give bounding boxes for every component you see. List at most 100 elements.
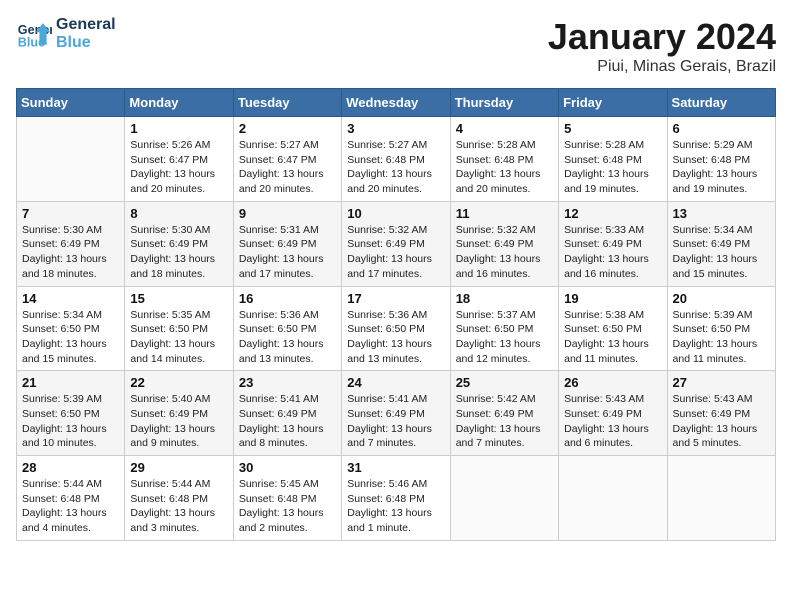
calendar-cell	[17, 117, 125, 202]
day-number: 13	[673, 206, 770, 221]
day-number: 21	[22, 375, 119, 390]
day-number: 23	[239, 375, 336, 390]
calendar-cell: 31 Sunrise: 5:46 AMSunset: 6:48 PMDayligh…	[342, 456, 450, 541]
day-number: 12	[564, 206, 661, 221]
calendar-cell: 17 Sunrise: 5:36 AMSunset: 6:50 PMDayligh…	[342, 286, 450, 371]
logo-general: General	[56, 16, 116, 34]
day-number: 17	[347, 291, 444, 306]
calendar-subtitle: Piui, Minas Gerais, Brazil	[548, 58, 776, 76]
calendar-cell: 27 Sunrise: 5:43 AMSunset: 6:49 PMDayligh…	[667, 371, 775, 456]
calendar-cell: 23 Sunrise: 5:41 AMSunset: 6:49 PMDayligh…	[233, 371, 341, 456]
day-info: Sunrise: 5:41 AMSunset: 6:49 PMDaylight:…	[239, 392, 336, 451]
weekday-header-monday: Monday	[125, 89, 233, 117]
page-header: General Blue General Blue January 2024 P…	[16, 16, 776, 76]
calendar-week-0: 1 Sunrise: 5:26 AMSunset: 6:47 PMDaylight…	[17, 117, 776, 202]
day-number: 22	[130, 375, 227, 390]
day-number: 6	[673, 121, 770, 136]
calendar-cell: 20 Sunrise: 5:39 AMSunset: 6:50 PMDayligh…	[667, 286, 775, 371]
calendar-body: 1 Sunrise: 5:26 AMSunset: 6:47 PMDaylight…	[17, 117, 776, 541]
day-number: 29	[130, 460, 227, 475]
calendar-cell: 7 Sunrise: 5:30 AMSunset: 6:49 PMDaylight…	[17, 201, 125, 286]
calendar-cell	[667, 456, 775, 541]
day-number: 8	[130, 206, 227, 221]
calendar-cell: 21Sunrise: 5:39 AMSunset: 6:50 PMDayligh…	[17, 371, 125, 456]
day-number: 5	[564, 121, 661, 136]
day-info: Sunrise: 5:32 AMSunset: 6:49 PMDaylight:…	[456, 223, 553, 282]
day-number: 18	[456, 291, 553, 306]
day-info: Sunrise: 5:28 AMSunset: 6:48 PMDaylight:…	[564, 138, 661, 197]
day-info: Sunrise: 5:29 AMSunset: 6:48 PMDaylight:…	[673, 138, 770, 197]
day-info: Sunrise: 5:44 AMSunset: 6:48 PMDaylight:…	[130, 477, 227, 536]
calendar-cell: 1 Sunrise: 5:26 AMSunset: 6:47 PMDaylight…	[125, 117, 233, 202]
calendar-cell: 10Sunrise: 5:32 AMSunset: 6:49 PMDayligh…	[342, 201, 450, 286]
calendar-cell: 16Sunrise: 5:36 AMSunset: 6:50 PMDayligh…	[233, 286, 341, 371]
day-info: Sunrise: 5:26 AMSunset: 6:47 PMDaylight:…	[130, 138, 227, 197]
calendar-cell: 3Sunrise: 5:27 AMSunset: 6:48 PMDaylight…	[342, 117, 450, 202]
day-number: 10	[347, 206, 444, 221]
day-info: Sunrise: 5:46 AMSunset: 6:48 PMDaylight:…	[347, 477, 444, 536]
day-number: 3	[347, 121, 444, 136]
day-number: 4	[456, 121, 553, 136]
day-info: Sunrise: 5:35 AMSunset: 6:50 PMDaylight:…	[130, 308, 227, 367]
day-info: Sunrise: 5:45 AMSunset: 6:48 PMDaylight:…	[239, 477, 336, 536]
day-number: 15	[130, 291, 227, 306]
day-info: Sunrise: 5:42 AMSunset: 6:49 PMDaylight:…	[456, 392, 553, 451]
calendar-cell: 5 Sunrise: 5:28 AMSunset: 6:48 PMDaylight…	[559, 117, 667, 202]
title-area: January 2024 Piui, Minas Gerais, Brazil	[548, 16, 776, 76]
day-number: 27	[673, 375, 770, 390]
calendar-cell: 9Sunrise: 5:31 AMSunset: 6:49 PMDaylight…	[233, 201, 341, 286]
calendar-week-2: 14 Sunrise: 5:34 AMSunset: 6:50 PMDayligh…	[17, 286, 776, 371]
calendar-cell	[559, 456, 667, 541]
day-info: Sunrise: 5:30 AMSunset: 6:49 PMDaylight:…	[130, 223, 227, 282]
weekday-header-row: SundayMondayTuesdayWednesdayThursdayFrid…	[17, 89, 776, 117]
day-info: Sunrise: 5:30 AMSunset: 6:49 PMDaylight:…	[22, 223, 119, 282]
weekday-header-thursday: Thursday	[450, 89, 558, 117]
weekday-header-saturday: Saturday	[667, 89, 775, 117]
calendar-cell: 24Sunrise: 5:41 AMSunset: 6:49 PMDayligh…	[342, 371, 450, 456]
day-number: 26	[564, 375, 661, 390]
day-number: 14	[22, 291, 119, 306]
day-number: 19	[564, 291, 661, 306]
calendar-cell: 2Sunrise: 5:27 AMSunset: 6:47 PMDaylight…	[233, 117, 341, 202]
day-info: Sunrise: 5:43 AMSunset: 6:49 PMDaylight:…	[673, 392, 770, 451]
day-number: 7	[22, 206, 119, 221]
weekday-header-wednesday: Wednesday	[342, 89, 450, 117]
day-info: Sunrise: 5:37 AMSunset: 6:50 PMDaylight:…	[456, 308, 553, 367]
calendar-cell: 15 Sunrise: 5:35 AMSunset: 6:50 PMDayligh…	[125, 286, 233, 371]
logo-icon: General Blue	[16, 16, 52, 52]
calendar-cell: 11 Sunrise: 5:32 AMSunset: 6:49 PMDayligh…	[450, 201, 558, 286]
day-info: Sunrise: 5:41 AMSunset: 6:49 PMDaylight:…	[347, 392, 444, 451]
calendar-cell: 13 Sunrise: 5:34 AMSunset: 6:49 PMDayligh…	[667, 201, 775, 286]
day-info: Sunrise: 5:36 AMSunset: 6:50 PMDaylight:…	[347, 308, 444, 367]
weekday-header-friday: Friday	[559, 89, 667, 117]
day-number: 30	[239, 460, 336, 475]
day-info: Sunrise: 5:34 AMSunset: 6:50 PMDaylight:…	[22, 308, 119, 367]
calendar-cell: 28Sunrise: 5:44 AMSunset: 6:48 PMDayligh…	[17, 456, 125, 541]
calendar-cell: 18 Sunrise: 5:37 AMSunset: 6:50 PMDayligh…	[450, 286, 558, 371]
day-number: 11	[456, 206, 553, 221]
day-info: Sunrise: 5:27 AMSunset: 6:47 PMDaylight:…	[239, 138, 336, 197]
day-info: Sunrise: 5:36 AMSunset: 6:50 PMDaylight:…	[239, 308, 336, 367]
calendar-cell: 19 Sunrise: 5:38 AMSunset: 6:50 PMDayligh…	[559, 286, 667, 371]
calendar-cell	[450, 456, 558, 541]
day-number: 1	[130, 121, 227, 136]
calendar-cell: 30 Sunrise: 5:45 AMSunset: 6:48 PMDayligh…	[233, 456, 341, 541]
logo-blue: Blue	[56, 34, 116, 52]
logo: General Blue General Blue	[16, 16, 116, 52]
calendar-cell: 25Sunrise: 5:42 AMSunset: 6:49 PMDayligh…	[450, 371, 558, 456]
day-info: Sunrise: 5:39 AMSunset: 6:50 PMDaylight:…	[673, 308, 770, 367]
calendar-table: SundayMondayTuesdayWednesdayThursdayFrid…	[16, 88, 776, 541]
calendar-cell: 14 Sunrise: 5:34 AMSunset: 6:50 PMDayligh…	[17, 286, 125, 371]
day-info: Sunrise: 5:33 AMSunset: 6:49 PMDaylight:…	[564, 223, 661, 282]
calendar-cell: 4Sunrise: 5:28 AMSunset: 6:48 PMDaylight…	[450, 117, 558, 202]
weekday-header-tuesday: Tuesday	[233, 89, 341, 117]
day-info: Sunrise: 5:43 AMSunset: 6:49 PMDaylight:…	[564, 392, 661, 451]
calendar-cell: 29 Sunrise: 5:44 AMSunset: 6:48 PMDayligh…	[125, 456, 233, 541]
day-number: 31	[347, 460, 444, 475]
calendar-cell: 22Sunrise: 5:40 AMSunset: 6:49 PMDayligh…	[125, 371, 233, 456]
calendar-cell: 12 Sunrise: 5:33 AMSunset: 6:49 PMDayligh…	[559, 201, 667, 286]
day-info: Sunrise: 5:38 AMSunset: 6:50 PMDaylight:…	[564, 308, 661, 367]
day-info: Sunrise: 5:34 AMSunset: 6:49 PMDaylight:…	[673, 223, 770, 282]
calendar-title: January 2024	[548, 16, 776, 58]
day-number: 20	[673, 291, 770, 306]
